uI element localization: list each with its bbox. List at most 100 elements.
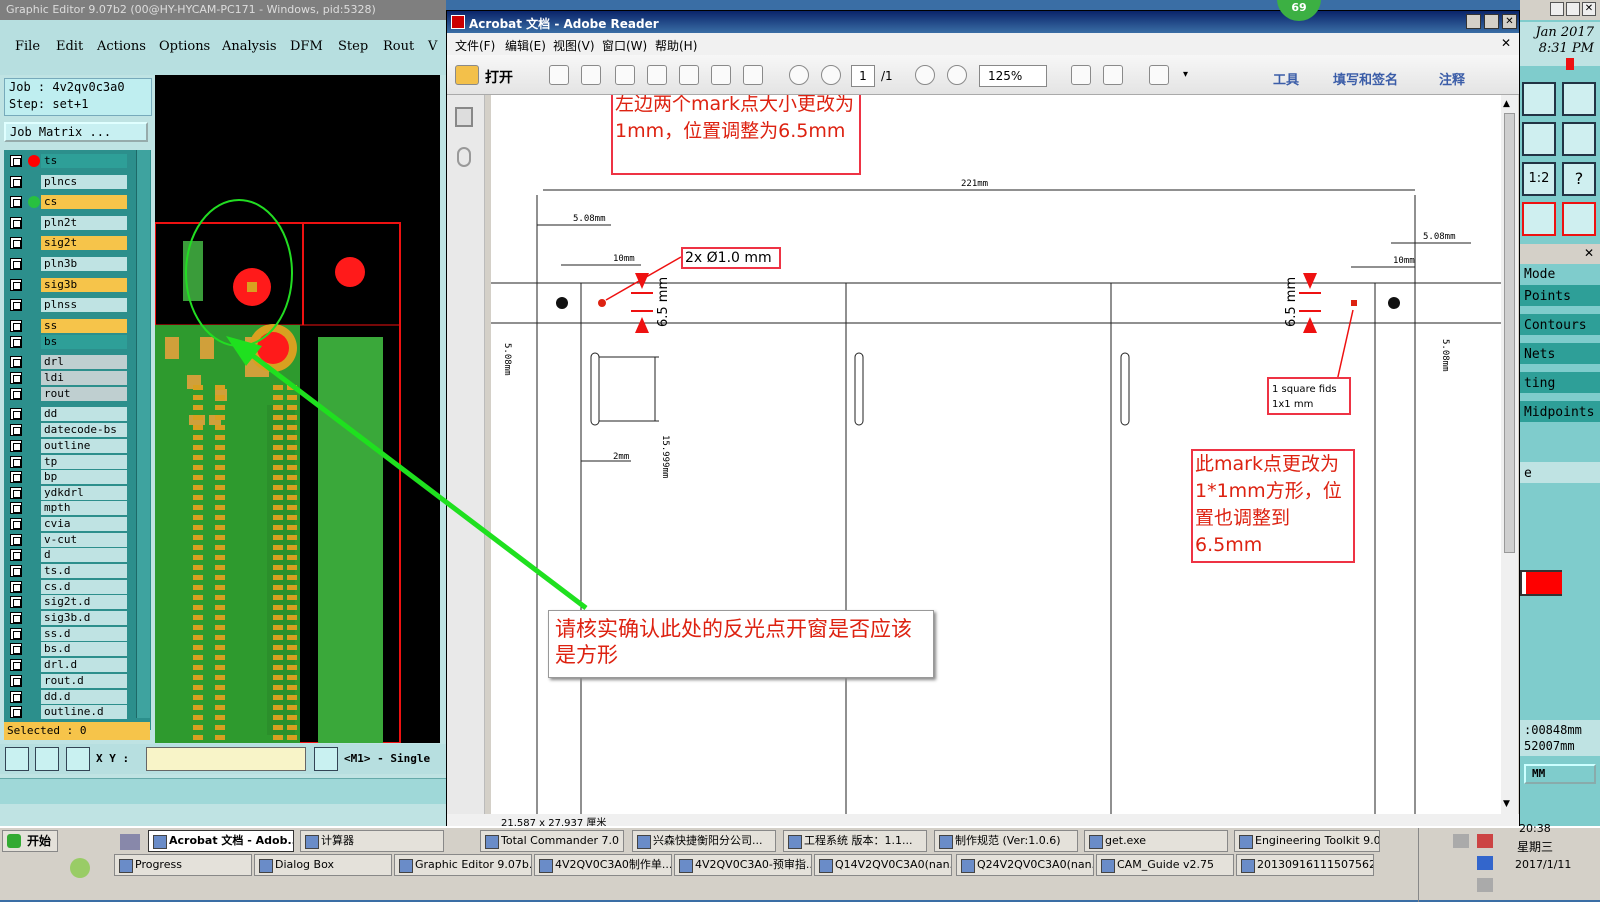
sub-panel-close-icon[interactable]: ✕: [1584, 246, 1594, 260]
taskbar-button[interactable]: Q24V2QV0C3A0(nan...: [956, 854, 1094, 876]
layer-row[interactable]: drl.d: [8, 658, 127, 672]
upload-icon[interactable]: [647, 65, 667, 85]
quicklaunch-ie-icon[interactable]: [120, 834, 140, 850]
taskbar-button[interactable]: 兴森快捷衡阳分公司...: [632, 830, 776, 852]
layer-checkbox[interactable]: [10, 408, 22, 420]
tray-volume-icon[interactable]: [1477, 878, 1493, 892]
ar-menu-help[interactable]: 帮助(H): [655, 37, 697, 54]
maximize-icon[interactable]: [1566, 2, 1580, 16]
layer-checkbox[interactable]: [10, 372, 22, 384]
taskbar-button[interactable]: Progress: [114, 854, 252, 876]
layer-checkbox[interactable]: [10, 706, 22, 718]
rp-mode[interactable]: Mode: [1520, 266, 1600, 284]
layer-checkbox[interactable]: [10, 487, 22, 499]
layer-checkbox[interactable]: [10, 502, 22, 514]
taskbar-button[interactable]: CAM_Guide v2.75: [1096, 854, 1234, 876]
taskbar-button[interactable]: Q14V2QV0C3A0(nan...: [814, 854, 952, 876]
layer-checkbox[interactable]: [10, 581, 22, 593]
print-icon[interactable]: [711, 65, 731, 85]
layer-row[interactable]: dd: [8, 407, 127, 421]
layer-checkbox[interactable]: [10, 155, 22, 167]
layer-row[interactable]: rout.d: [8, 674, 127, 688]
email-icon[interactable]: [743, 65, 763, 85]
layer-checkbox[interactable]: [10, 176, 22, 188]
layer-checkbox[interactable]: [10, 518, 22, 530]
layer-row[interactable]: sig2t: [8, 236, 127, 250]
help-icon[interactable]: ?: [1562, 162, 1596, 196]
taskbar-button[interactable]: 计算器: [300, 830, 444, 852]
start-button[interactable]: 开始: [2, 830, 58, 852]
measure-tool-icon[interactable]: [35, 747, 59, 771]
taskbar-button[interactable]: 制作规范 (Ver:1.0.6): [934, 830, 1078, 852]
layer-checkbox[interactable]: [10, 424, 22, 436]
snake-icon[interactable]: [1562, 122, 1596, 156]
layer-checkbox[interactable]: [10, 388, 22, 400]
taskbar-button[interactable]: Acrobat 文档 - Adob...: [148, 830, 294, 852]
taskbar-button[interactable]: 工程系统 版本：1.1...: [783, 830, 927, 852]
layer-checkbox[interactable]: [10, 565, 22, 577]
layer-b-icon[interactable]: [1562, 202, 1596, 236]
rp-midpoints[interactable]: Midpoints: [1520, 401, 1600, 425]
panel-icon[interactable]: [1562, 82, 1596, 116]
ar-menu-edit[interactable]: 编辑(E): [505, 37, 546, 54]
layer-checkbox[interactable]: [10, 549, 22, 561]
ar-close-icon[interactable]: ✕: [1502, 14, 1517, 29]
layer-checkbox[interactable]: [10, 217, 22, 229]
layer-checkbox[interactable]: [10, 596, 22, 608]
ar-doc-close-icon[interactable]: ✕: [1501, 36, 1511, 50]
layer-checkbox[interactable]: [10, 471, 22, 483]
taskbar-button[interactable]: get.exe: [1084, 830, 1228, 852]
zoom-select[interactable]: 125%: [979, 65, 1047, 87]
menu-v[interactable]: V: [428, 39, 437, 54]
layer-checkbox[interactable]: [10, 534, 22, 546]
layer-checkbox[interactable]: [10, 258, 22, 270]
menu-rout[interactable]: Rout: [383, 39, 414, 54]
step-icon[interactable]: [1522, 122, 1556, 156]
layer-row[interactable]: plncs: [8, 175, 127, 189]
pcb-canvas[interactable]: [155, 75, 440, 743]
save-icon[interactable]: [679, 65, 699, 85]
tray-app-icon[interactable]: [1477, 834, 1493, 848]
grid-tool-icon[interactable]: [66, 747, 90, 771]
attachments-icon[interactable]: [457, 147, 471, 167]
taskbar-button[interactable]: 20130916111507562...: [1236, 854, 1374, 876]
scroll-up-icon[interactable]: ▲: [1503, 99, 1510, 109]
zoom-tool-icon[interactable]: [5, 747, 29, 771]
ar-menu-view[interactable]: 视图(V): [553, 37, 595, 54]
layer-row[interactable]: dd.d: [8, 690, 127, 704]
layer-row[interactable]: sig3b: [8, 278, 127, 292]
scroll-down-icon[interactable]: ▼: [1503, 799, 1510, 809]
page-number-input[interactable]: 1: [851, 65, 875, 87]
layer-row[interactable]: sig3b.d: [8, 611, 127, 625]
rp-nets[interactable]: Nets: [1520, 343, 1600, 367]
export-pdf-icon[interactable]: [581, 65, 601, 85]
open-folder-icon[interactable]: [455, 65, 479, 85]
ar-menu-file[interactable]: 文件(F): [455, 37, 495, 54]
layer-checkbox[interactable]: [10, 456, 22, 468]
layer-row[interactable]: rout: [8, 387, 127, 401]
layer-checkbox[interactable]: [10, 336, 22, 348]
layer-checkbox[interactable]: [10, 196, 22, 208]
unit-select[interactable]: MM: [1524, 764, 1596, 784]
layer-row[interactable]: cs: [8, 195, 127, 209]
pdf-vertical-scrollbar[interactable]: ▲ ▼: [1501, 95, 1518, 815]
open-button[interactable]: 打开: [485, 67, 513, 87]
layer-row[interactable]: datecode-bs: [8, 423, 127, 437]
ar-minimize-icon[interactable]: [1466, 14, 1481, 29]
layer-row[interactable]: plnss: [8, 298, 127, 312]
ar-menu-window[interactable]: 窗口(W): [602, 37, 647, 54]
layer-row[interactable]: d: [8, 548, 127, 562]
zoom-in-icon[interactable]: [947, 65, 967, 85]
rp-item-e[interactable]: e: [1520, 462, 1600, 486]
tools-button[interactable]: 工具: [1273, 69, 1299, 88]
fit-width-icon[interactable]: [1103, 65, 1123, 85]
home-icon[interactable]: [1522, 82, 1556, 116]
layer-checkbox[interactable]: [10, 440, 22, 452]
layer-checkbox[interactable]: [10, 320, 22, 332]
tray-network-icon[interactable]: [1453, 834, 1469, 848]
quicklaunch-icon[interactable]: [70, 858, 90, 878]
fullscreen-icon[interactable]: [1149, 65, 1169, 85]
layer-row[interactable]: ydkdrl: [8, 486, 127, 500]
layer-checkbox[interactable]: [10, 237, 22, 249]
layer-a-icon[interactable]: [1522, 202, 1556, 236]
